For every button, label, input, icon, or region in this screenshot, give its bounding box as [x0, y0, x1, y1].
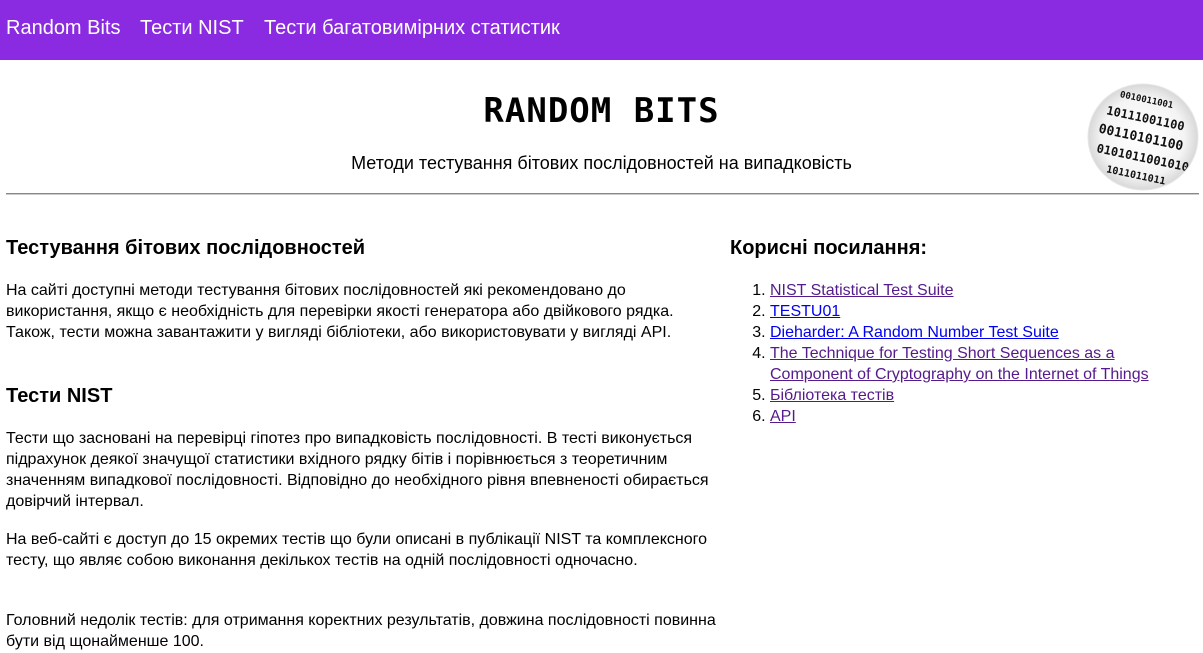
link-api[interactable]: API: [770, 408, 796, 425]
link-tests-library[interactable]: Бібліотека тестів: [770, 387, 894, 404]
top-navbar: Random Bits Тести NIST Тести багатовимір…: [0, 0, 1203, 60]
nist-paragraph-2: На веб-сайті є доступ до 15 окремих тест…: [6, 531, 708, 569]
link-short-sequences-paper[interactable]: The Technique for Testing Short Sequence…: [770, 345, 1149, 383]
header-divider: [6, 193, 1199, 195]
list-item: NIST Statistical Test Suite: [770, 280, 1200, 301]
list-item: API: [770, 406, 1200, 427]
nav-link-nist-tests[interactable]: Тести NIST: [140, 17, 244, 40]
useful-links-heading: Корисні посилання:: [730, 237, 928, 259]
section-heading-nist: Тести NIST: [6, 385, 113, 407]
nist-paragraph-3: Головний недолік тестів: для отримання к…: [6, 612, 716, 650]
binary-globe-icon: 0010011001 10111001100 00110101100 01010…: [1087, 83, 1199, 191]
list-item: Бібліотека тестів: [770, 385, 1200, 406]
link-nist-sts[interactable]: NIST Statistical Test Suite: [770, 282, 953, 299]
nav-link-home[interactable]: Random Bits: [6, 17, 121, 40]
section-heading-bit-testing: Тестування бітових послідовностей: [6, 237, 366, 259]
useful-links-list: NIST Statistical Test Suite TESTU01 Dieh…: [730, 280, 1200, 427]
list-item: Diehard‍er: A Random Number Test Suite: [770, 322, 1200, 343]
page-title: RANDOM BITS: [483, 91, 720, 131]
link-dieharder[interactable]: Diehard‍er: A Random Number Test Suite: [770, 324, 1059, 341]
section-text-bit-testing: На сайті доступні методи тестування біто…: [6, 282, 674, 341]
page-subtitle: Методи тестування бітових послідовностей…: [351, 153, 852, 173]
list-item: TESTU01: [770, 301, 1200, 322]
nist-paragraph-1: Тести що засновані на перевірці гіпотез …: [6, 430, 709, 510]
link-testu01[interactable]: TESTU01: [770, 303, 840, 320]
list-item: The Technique for Testing Short Sequence…: [770, 343, 1200, 385]
nav-link-multivariate-tests[interactable]: Тести багатовимірних статистик: [264, 17, 560, 40]
